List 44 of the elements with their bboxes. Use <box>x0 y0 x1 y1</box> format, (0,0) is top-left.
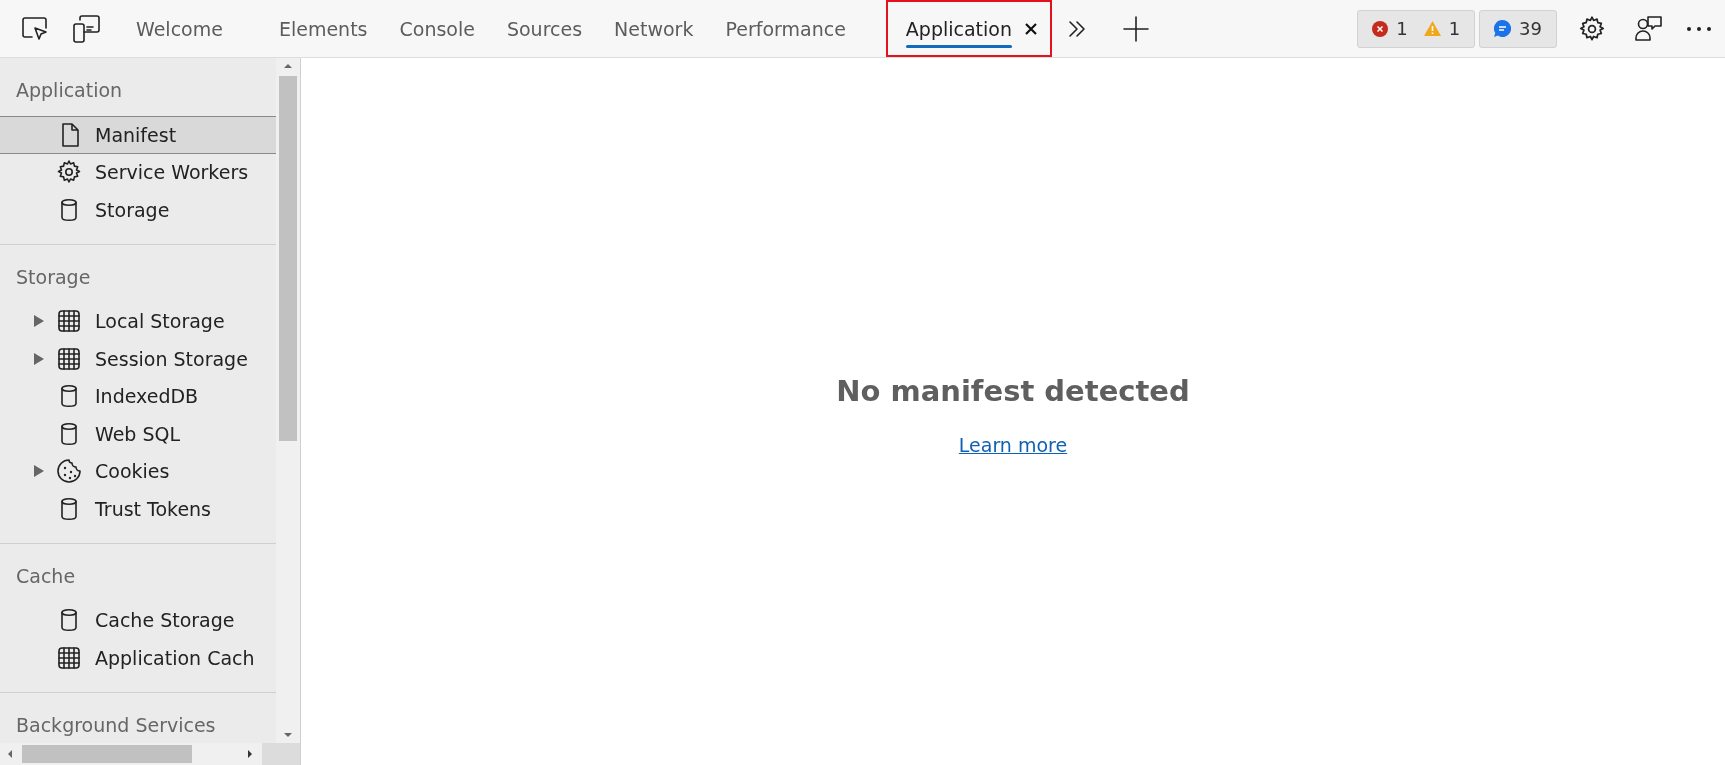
tab[interactable]: Console <box>383 0 491 57</box>
error-icon <box>1372 20 1389 37</box>
messages-button[interactable]: 39 <box>1479 9 1557 48</box>
expand-icon[interactable] <box>33 351 45 366</box>
section-heading: Application <box>15 78 124 103</box>
message-count: 39 <box>1519 18 1542 39</box>
issues-button[interactable]: 1 1 <box>1357 9 1476 48</box>
sidebar-item[interactable]: Application Cach <box>0 639 276 677</box>
error-count: 1 <box>1396 18 1408 39</box>
section-heading: Cache <box>15 563 77 589</box>
sidebar-item[interactable]: Cache Storage <box>0 601 276 639</box>
section-heading: Background Services <box>15 712 217 738</box>
warning-count: 1 <box>1448 18 1461 39</box>
empty-state-message: No manifest detected <box>836 374 1190 408</box>
feedback-icon[interactable] <box>1633 13 1665 44</box>
sidebar-item[interactable]: Local Storage <box>0 302 276 340</box>
tab[interactable]: Sources <box>490 0 599 57</box>
sidebar-item[interactable]: Web SQL <box>0 415 276 453</box>
add-icon[interactable] <box>1122 14 1150 43</box>
vertical-scrollbar[interactable] <box>276 58 300 743</box>
learn-more-link[interactable]: Learn more <box>958 434 1068 456</box>
inspect-icon[interactable] <box>20 14 50 43</box>
message-icon <box>1494 20 1512 37</box>
more-icon[interactable] <box>1685 24 1713 33</box>
sidebar-item[interactable]: Session Storage <box>0 340 276 378</box>
tab[interactable]: Welcome <box>120 0 239 57</box>
tab[interactable]: Performance <box>709 0 862 57</box>
sidebar-item[interactable]: Storage <box>0 191 276 229</box>
tab[interactable]: Network <box>598 0 710 57</box>
tab[interactable]: Application <box>885 0 1052 57</box>
expand-icon[interactable] <box>33 464 45 479</box>
cookie-icon <box>55 457 83 486</box>
close-icon[interactable] <box>1024 21 1038 36</box>
sidebar-item[interactable]: Cookies <box>0 452 276 490</box>
warning-icon <box>1423 21 1441 36</box>
sidebar-item[interactable]: Service Workers <box>0 153 276 191</box>
expand-icon[interactable] <box>33 314 45 329</box>
tab[interactable]: Elements <box>262 0 384 57</box>
sidebar-item[interactable]: IndexedDB <box>0 377 276 415</box>
horizontal-scrollbar[interactable] <box>0 743 300 765</box>
sidebar-item[interactable]: Trust Tokens <box>0 490 276 528</box>
section-heading: Storage <box>15 264 92 290</box>
device-icon[interactable] <box>72 13 102 44</box>
sidebar-item[interactable]: Manifest <box>0 116 276 154</box>
